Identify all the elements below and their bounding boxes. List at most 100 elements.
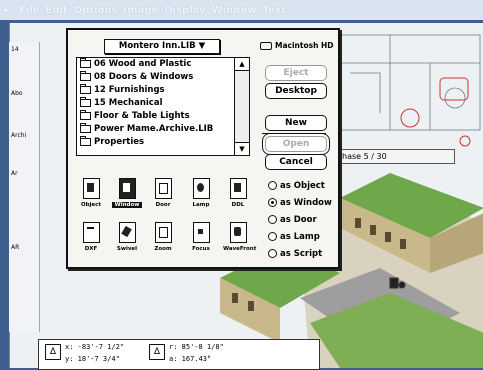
type-gdl[interactable]: DDL	[223, 178, 253, 218]
palette-label: Archi	[11, 132, 27, 139]
list-item-label: 08 Doors & Windows	[94, 72, 194, 82]
door-icon	[154, 178, 172, 199]
type-label: WaveFront	[223, 246, 257, 252]
eject-button[interactable]: Eject	[265, 65, 327, 81]
delta-icon: Δ	[45, 344, 61, 360]
tool-palette: 14 Abo Archi Ar AR	[9, 42, 40, 332]
type-label: DDL	[231, 202, 245, 208]
menu-edit[interactable]: Edit	[46, 5, 68, 16]
open-button[interactable]: Open	[265, 136, 327, 152]
type-swivel[interactable]: Swivel	[112, 222, 142, 262]
menu-bar: ▸ File Edit Options Image Display Window…	[0, 0, 483, 20]
folder-popup[interactable]: Montero Inn.LIB ▼	[104, 39, 220, 54]
coord-y: y: 18'-7 3/4"	[65, 355, 120, 363]
type-lamp[interactable]: Lamp	[186, 178, 216, 218]
coord-r: r: 85'-8 1/8"	[169, 343, 224, 351]
type-label: Object	[80, 202, 102, 208]
list-item-label: Power Mame.Archive.LIB	[94, 124, 214, 134]
list-item-label: 12 Furnishings	[94, 85, 165, 95]
cancel-button[interactable]: Cancel	[265, 154, 327, 170]
type-object[interactable]: Object	[76, 178, 106, 218]
desktop-button[interactable]: Desktop	[265, 83, 327, 99]
list-item-label: 06 Wood and Plastic	[94, 59, 192, 69]
type-label: Door	[155, 202, 171, 208]
palette-label: Abo	[11, 90, 23, 97]
radio-label: as Window	[280, 198, 332, 208]
folder-icon	[80, 135, 91, 146]
lamp-icon	[192, 178, 210, 199]
list-item[interactable]: Power Mame.Archive.LIB	[77, 122, 233, 136]
type-focus[interactable]: Focus	[186, 222, 216, 262]
palette-label: AR	[11, 244, 20, 251]
type-label: DXF	[84, 246, 98, 252]
type-door[interactable]: Door	[148, 178, 178, 218]
list-item-label: 15 Mechanical	[94, 98, 163, 108]
scroll-up-arrow-icon[interactable]: ▲	[235, 58, 249, 71]
object-icon	[82, 178, 100, 199]
radio-icon	[268, 215, 277, 224]
list-item[interactable]: Properties	[77, 135, 233, 149]
swivel-icon	[118, 222, 136, 243]
radio-as-window[interactable]: as Window	[268, 197, 332, 210]
type-label: Focus	[192, 246, 210, 252]
radio-as-door[interactable]: as Door	[268, 214, 317, 227]
phase-indicator: hase 5 / 30	[338, 149, 455, 164]
file-list[interactable]: 06 Wood and Plastic 08 Doors & Windows 1…	[76, 57, 250, 156]
folder-icon	[80, 122, 91, 133]
open-library-dialog: Montero Inn.LIB ▼ Macintosh HD 06 Wood a…	[66, 28, 340, 269]
type-label: Window	[112, 202, 142, 208]
menu-display[interactable]: Display	[164, 5, 205, 16]
list-item[interactable]: Floor & Table Lights	[77, 109, 233, 123]
type-dxf[interactable]: DXF	[76, 222, 106, 262]
radio-as-lamp[interactable]: as Lamp	[268, 231, 320, 244]
type-window[interactable]: Window	[112, 178, 142, 218]
folder-icon	[80, 109, 91, 120]
palette-label: Ar	[11, 170, 18, 177]
dxf-icon	[82, 222, 100, 243]
radio-icon	[268, 181, 277, 190]
folder-icon	[80, 83, 91, 94]
menu-image[interactable]: Image	[124, 5, 159, 16]
window-icon	[118, 178, 136, 199]
divider	[262, 133, 326, 134]
radio-label: as Script	[280, 249, 323, 259]
apple-menu-icon[interactable]: ▸	[4, 5, 9, 16]
list-item[interactable]: 08 Doors & Windows	[77, 70, 233, 84]
menu-file[interactable]: File	[19, 5, 39, 16]
type-wavefront[interactable]: WaveFront	[223, 222, 257, 262]
coordinate-box: Δ x: -83'-7 1/2" y: 18'-7 3/4" Δ r: 85'-…	[38, 339, 320, 370]
type-zoom[interactable]: Zoom	[148, 222, 178, 262]
list-item[interactable]: 15 Mechanical	[77, 96, 233, 110]
radio-label: as Lamp	[280, 232, 320, 242]
type-label: Zoom	[154, 246, 172, 252]
folder-popup-label: Montero Inn.LIB	[118, 41, 196, 51]
list-item[interactable]: 12 Furnishings	[77, 83, 233, 97]
focus-icon	[192, 222, 210, 243]
scroll-down-arrow-icon[interactable]: ▼	[235, 142, 249, 155]
list-scrollbar[interactable]: ▲ ▼	[234, 58, 249, 155]
coord-angle: a: 167.43°	[169, 355, 212, 363]
list-item[interactable]: 06 Wood and Plastic	[77, 58, 233, 71]
radio-icon	[268, 249, 277, 258]
type-label: Lamp	[192, 202, 210, 208]
hard-disk-icon	[260, 42, 272, 50]
radio-selected-icon	[268, 198, 277, 207]
menu-window[interactable]: Window	[212, 5, 257, 16]
type-label: Swivel	[116, 246, 138, 252]
radio-label: as Object	[280, 181, 325, 191]
folder-icon	[80, 70, 91, 81]
new-button[interactable]: New	[265, 115, 327, 131]
radio-icon	[268, 232, 277, 241]
list-item-label: Properties	[94, 137, 145, 147]
menu-options[interactable]: Options	[74, 5, 118, 16]
list-item-label: Floor & Table Lights	[94, 111, 190, 121]
coord-x: x: -83'-7 1/2"	[65, 343, 125, 351]
radio-as-object[interactable]: as Object	[268, 180, 325, 193]
gdl-icon	[229, 178, 247, 199]
drive-label: Macintosh HD	[275, 41, 334, 50]
wavefront-icon	[229, 222, 247, 243]
drive-name: Macintosh HD	[260, 41, 334, 50]
radio-as-script[interactable]: as Script	[268, 248, 322, 261]
delta-polar-icon: Δ	[149, 344, 165, 360]
menu-text[interactable]: Text	[262, 5, 286, 16]
